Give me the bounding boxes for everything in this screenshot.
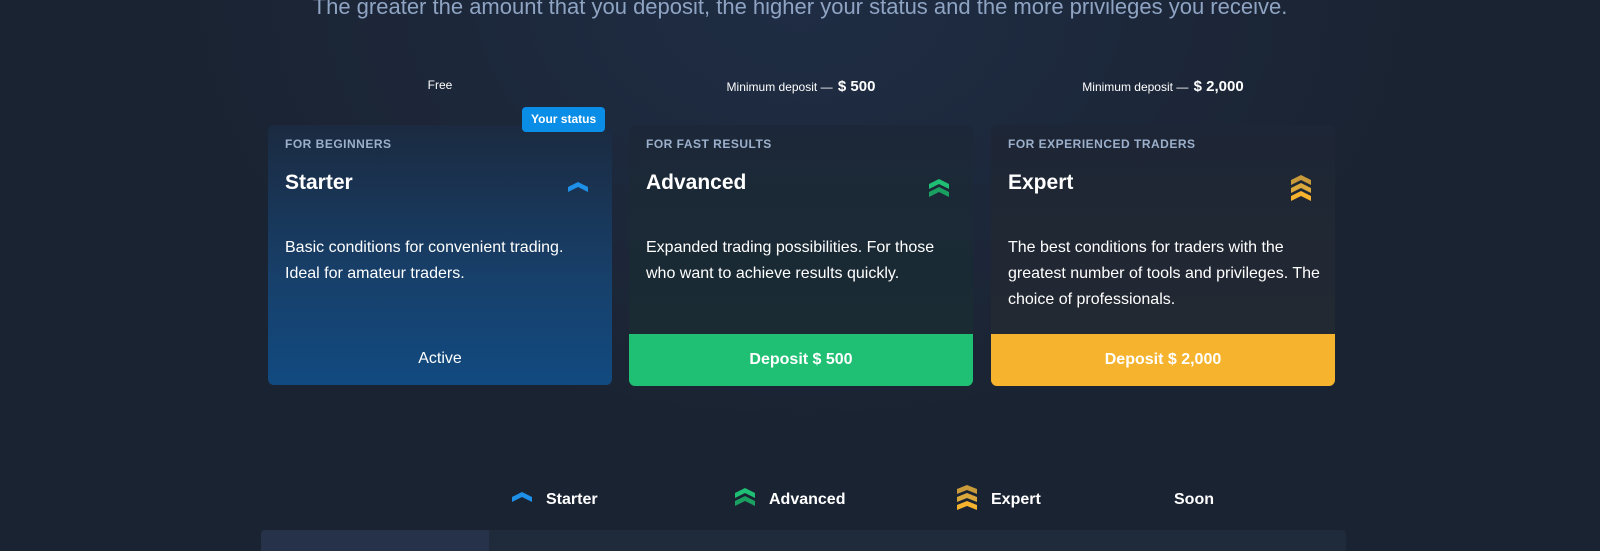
tab-advanced[interactable]: Advanced — [733, 482, 845, 518]
deposit-label-text: Minimum deposit — — [726, 80, 833, 94]
comparison-table-header-cell — [261, 530, 489, 551]
plan-name: Advanced — [646, 171, 747, 194]
your-status-badge: Your status — [522, 107, 606, 132]
plan-description: Basic conditions for convenient trading.… — [285, 239, 564, 282]
tab-expert[interactable]: Expert — [955, 482, 1041, 518]
plan-description: Expanded trading possibilities. For thos… — [646, 239, 935, 282]
plan-eyebrow: FOR BEGINNERS — [285, 137, 392, 151]
comparison-tabs: Starter Advanced Expert Soon — [0, 482, 1600, 518]
plan-card-advanced: FOR FAST RESULTS Advanced Expanded tradi… — [629, 125, 973, 386]
comparison-table — [261, 530, 1346, 551]
plan-description: The best conditions for traders with the… — [1008, 239, 1320, 308]
plan-eyebrow: FOR EXPERIENCED TRADERS — [1008, 137, 1196, 151]
starter-rank-icon — [568, 182, 588, 192]
deposit-label-text: Minimum deposit — — [1082, 80, 1189, 94]
plan-card-expert: FOR EXPERIENCED TRADERS Expert The best … — [991, 125, 1335, 386]
deposit-label-text: Free — [427, 78, 453, 92]
plan-name: Expert — [1008, 171, 1074, 194]
tab-soon[interactable]: Soon — [1174, 482, 1214, 518]
advanced-deposit-label: Minimum deposit — $ 500 — [629, 78, 973, 95]
plan-active-status: Active — [418, 350, 462, 367]
plan-name: Starter — [285, 171, 353, 194]
account-status-page: The greater the amount that you deposit,… — [0, 0, 1600, 551]
deposit-amount: $ 2,000 — [1193, 78, 1244, 95]
tab-label: Soon — [1174, 491, 1214, 508]
tab-starter[interactable]: Starter — [510, 482, 598, 518]
plan-eyebrow: FOR FAST RESULTS — [646, 137, 772, 151]
starter-rank-icon — [512, 492, 532, 502]
deposit-2000-button[interactable]: Deposit $ 2,000 — [991, 334, 1335, 386]
deposit-amount: $ 500 — [837, 78, 876, 95]
expert-rank-icon — [1291, 175, 1311, 201]
tab-label: Expert — [991, 491, 1041, 508]
starter-deposit-label: Free — [268, 78, 612, 92]
advanced-rank-icon — [929, 179, 949, 197]
deposit-500-button[interactable]: Deposit $ 500 — [629, 334, 973, 386]
expert-deposit-label: Minimum deposit — $ 2,000 — [991, 78, 1335, 95]
tab-label: Advanced — [769, 491, 846, 508]
advanced-rank-icon — [735, 488, 755, 506]
tab-label: Starter — [546, 491, 598, 508]
intro-subtitle: The greater the amount that you deposit,… — [312, 0, 1288, 19]
plan-card-starter: FOR BEGINNERS Starter Basic conditions f… — [268, 125, 612, 385]
expert-rank-icon — [957, 485, 977, 510]
